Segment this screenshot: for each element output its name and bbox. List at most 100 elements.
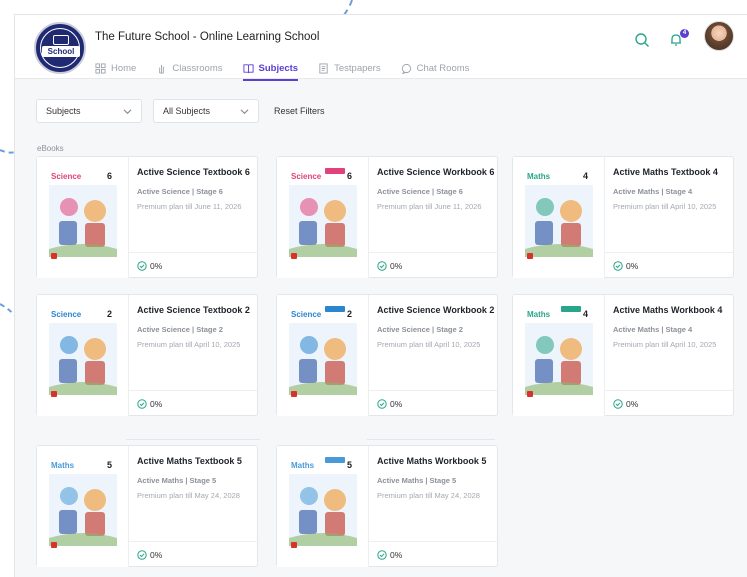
book-plan: Premium plan till April 10, 2025 — [377, 340, 481, 349]
publisher-mark — [291, 253, 297, 259]
cover-illustration — [49, 323, 117, 395]
book-title[interactable]: Active Maths Textbook 5 — [137, 456, 257, 466]
cover-subject: Maths — [291, 461, 315, 470]
cover-stage: 2 — [347, 309, 353, 319]
book-title[interactable]: Active Science Textbook 2 — [137, 305, 257, 315]
ebook-card[interactable]: Maths 4 Active Maths Workbook 4 Active M… — [512, 294, 734, 416]
book-progress: 0% — [129, 390, 258, 416]
reset-filters-button[interactable]: Reset Filters — [274, 106, 325, 116]
nav-subjects[interactable]: Subjects — [242, 59, 299, 81]
filter-bar: Subjects All Subjects Reset Filters — [36, 99, 325, 123]
book-icon — [242, 63, 254, 73]
book-series: Active Maths | Stage 4 — [613, 187, 693, 196]
publisher-mark — [291, 391, 297, 397]
subject-select-value: Subjects — [46, 106, 81, 116]
check-circle-icon — [613, 398, 623, 409]
book-plan: Premium plan till May 24, 2028 — [137, 491, 240, 500]
cover-stage: 4 — [583, 171, 589, 181]
nav-testpapers[interactable]: Testpapers — [318, 59, 381, 77]
logo-banner: School — [42, 46, 80, 57]
cover-subject: Science — [291, 310, 322, 319]
book-progress: 0% — [605, 252, 734, 278]
check-circle-icon — [613, 260, 623, 271]
nav-home[interactable]: Home — [95, 59, 136, 77]
ebook-card[interactable]: Maths 5 Active Maths Textbook 5 Active M… — [36, 445, 258, 567]
nav-chat-rooms[interactable]: Chat Rooms — [401, 59, 470, 77]
book-series: Active Science | Stage 2 — [377, 325, 463, 334]
workbook-tag — [325, 457, 345, 463]
book-plan: Premium plan till June 11, 2026 — [137, 202, 242, 211]
book-cover[interactable]: Science 6 — [37, 157, 129, 278]
cover-subject: Maths — [527, 172, 551, 181]
nav-testpapers-label: Testpapers — [334, 62, 381, 74]
school-logo[interactable]: School — [34, 22, 86, 74]
book-cover[interactable]: Maths 5 — [37, 446, 129, 567]
book-title[interactable]: Active Science Workbook 6 — [377, 167, 497, 177]
cover-stage: 5 — [347, 460, 353, 470]
cover-illustration — [289, 323, 357, 395]
avatar[interactable] — [704, 21, 734, 51]
cover-illustration — [49, 474, 117, 546]
cover-subject: Science — [51, 310, 82, 319]
book-title[interactable]: Active Maths Textbook 4 — [613, 167, 733, 177]
chevron-down-icon — [123, 108, 132, 114]
document-icon — [319, 62, 328, 74]
ebook-card[interactable]: Science 6 Active Science Textbook 6 Acti… — [36, 156, 258, 278]
book-cover[interactable]: Science 6 — [277, 157, 369, 278]
book-title[interactable]: Active Science Workbook 2 — [377, 305, 497, 315]
book-cover[interactable]: Maths 5 — [277, 446, 369, 567]
book-cover[interactable]: Science 2 — [37, 295, 129, 416]
ebook-card[interactable]: Maths 4 Active Maths Textbook 4 Active M… — [512, 156, 734, 278]
book-cover[interactable]: Maths 4 — [513, 157, 605, 278]
subject-select[interactable]: Subjects — [36, 99, 142, 123]
cover-subject: Maths — [51, 461, 75, 470]
book-series: Active Maths | Stage 4 — [613, 325, 693, 334]
ebook-card[interactable]: Science 6 Active Science Workbook 6 Acti… — [276, 156, 498, 278]
check-circle-icon — [137, 549, 147, 560]
ebook-card[interactable]: Science 2 Active Science Workbook 2 Acti… — [276, 294, 498, 416]
cover-stage: 4 — [583, 309, 589, 319]
book-title[interactable]: Active Science Textbook 6 — [137, 167, 257, 177]
cover-illustration — [525, 185, 593, 257]
logo-book-icon — [53, 35, 69, 45]
book-progress: 0% — [129, 252, 258, 278]
progress-value: 0% — [150, 398, 163, 409]
book-plan: Premium plan till May 24, 2028 — [377, 491, 480, 500]
book-title[interactable]: Active Maths Workbook 4 — [613, 305, 733, 315]
nav-subjects-label: Subjects — [258, 62, 299, 74]
publisher-mark — [51, 253, 57, 259]
divider — [126, 439, 260, 440]
nav-classrooms[interactable]: Classrooms — [156, 59, 223, 77]
section-label-ebooks: eBooks — [37, 144, 64, 153]
nav-classrooms-label: Classrooms — [172, 62, 223, 74]
progress-value: 0% — [150, 260, 163, 271]
book-plan: Premium plan till June 11, 2026 — [377, 202, 482, 211]
cover-illustration — [49, 185, 117, 257]
top-header: School The Future School - Online Learni… — [15, 15, 747, 81]
book-cover[interactable]: Science 2 — [277, 295, 369, 416]
progress-value: 0% — [626, 260, 639, 271]
book-plan: Premium plan till April 10, 2025 — [137, 340, 241, 349]
cover-illustration — [289, 185, 357, 257]
book-series: Active Science | Stage 2 — [137, 325, 223, 334]
book-progress: 0% — [129, 541, 258, 567]
book-series: Active Science | Stage 6 — [137, 187, 223, 196]
cover-illustration — [525, 323, 593, 395]
check-circle-icon — [377, 549, 387, 560]
ebook-card[interactable]: Maths 5 Active Maths Workbook 5 Active M… — [276, 445, 498, 567]
series-select[interactable]: All Subjects — [153, 99, 259, 123]
book-title[interactable]: Active Maths Workbook 5 — [377, 456, 497, 466]
book-plan: Premium plan till April 10, 2025 — [613, 202, 717, 211]
ebook-card[interactable]: Science 2 Active Science Textbook 2 Acti… — [36, 294, 258, 416]
cover-stage: 6 — [107, 171, 113, 181]
book-series: Active Maths | Stage 5 — [137, 476, 217, 485]
book-progress: 0% — [369, 252, 498, 278]
book-progress: 0% — [369, 541, 498, 567]
book-cover[interactable]: Maths 4 — [513, 295, 605, 416]
nav-chat-rooms-label: Chat Rooms — [416, 62, 470, 74]
search-icon[interactable] — [634, 32, 650, 48]
publisher-mark — [527, 253, 533, 259]
progress-value: 0% — [390, 260, 403, 271]
nav-home-label: Home — [111, 62, 137, 74]
cover-subject: Science — [51, 172, 82, 181]
